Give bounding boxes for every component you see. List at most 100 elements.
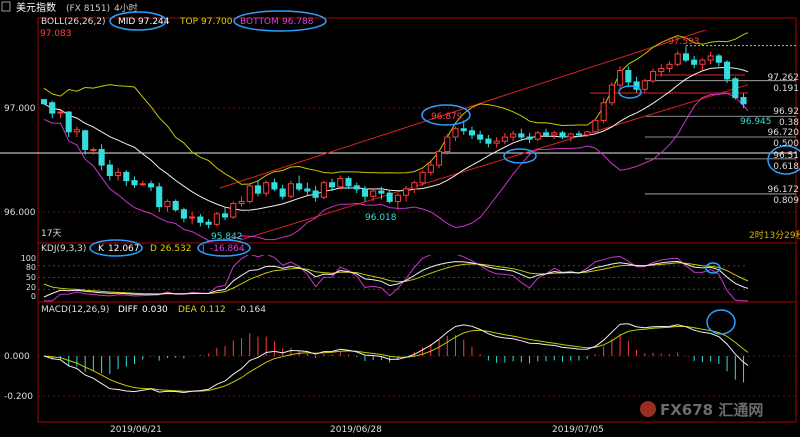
fib-label: 96.720 — [768, 128, 800, 138]
watermark-logo-icon — [640, 401, 656, 417]
candle-body — [378, 190, 385, 194]
candle-body — [649, 71, 657, 82]
candle-body — [370, 190, 377, 197]
annotation-mid-low: 96.018 — [365, 213, 397, 223]
candle-body — [575, 133, 582, 136]
kdj-k-label: K — [98, 244, 105, 254]
candle-body — [674, 53, 681, 65]
candle-body — [205, 221, 212, 225]
candle-body — [73, 129, 80, 133]
candle-body — [65, 111, 72, 133]
bollinger-bands — [43, 32, 748, 242]
macd-lines — [43, 323, 748, 394]
fib-label: 0.500 — [773, 139, 799, 149]
candle-body — [526, 136, 533, 140]
candle-body — [147, 183, 155, 188]
candle-body — [296, 183, 303, 190]
candle-body — [98, 148, 105, 166]
candle-body — [608, 84, 615, 104]
candle-body — [222, 213, 229, 218]
candle-body — [345, 178, 352, 187]
annotation-mid-high: 96.879 — [431, 112, 463, 122]
candle-body — [287, 183, 294, 197]
chart-canvas[interactable]: 美元指数 (FX 8151) 4小时 BOLL(26,26,2) MID 97.… — [0, 0, 800, 437]
watermark: FX678 汇通网 — [640, 401, 763, 419]
kdj-tick: 80 — [26, 263, 36, 272]
fib-label: 0.809 — [773, 196, 799, 206]
candle-body — [444, 136, 451, 153]
candle-body — [337, 178, 344, 188]
candle-body — [90, 148, 97, 151]
macd-axis: 0.000 -0.200 — [4, 352, 33, 402]
macd-diff-label: DIFF — [118, 305, 138, 315]
date-tick: 2019/06/28 — [330, 425, 382, 435]
boll-bottom-line — [43, 92, 748, 242]
fib-labels: 97.262 0.191 96.92 0.38 96.720 0.500 96.… — [768, 73, 800, 206]
candle-body — [518, 133, 525, 138]
candle-body — [699, 59, 706, 65]
macd-dea-line — [43, 325, 748, 392]
candle-body — [312, 190, 319, 198]
annotation-last: 96.945 — [740, 117, 772, 127]
candle-body — [468, 130, 476, 136]
kdj-j-value: -16.864 — [210, 244, 245, 254]
candle-body — [749, 104, 754, 108]
candle-body — [567, 133, 574, 138]
candle-body — [82, 130, 89, 150]
candle-body — [156, 186, 163, 208]
macd-dea-label: DEA — [178, 305, 198, 315]
candle-body — [740, 97, 747, 105]
candle-body — [164, 200, 171, 208]
candle-body — [40, 99, 48, 105]
kdj-label: KDJ(9,3,3) — [41, 244, 86, 254]
macd-label: MACD(12,26,9) — [41, 305, 109, 315]
candle-body — [263, 182, 270, 194]
kdj-d-line — [43, 262, 748, 295]
candle-body — [435, 151, 443, 166]
boll-top-label: TOP — [179, 17, 199, 27]
candle-body — [57, 111, 64, 114]
annotation-right-high: 97.593 — [668, 37, 700, 47]
candle-body — [617, 70, 624, 86]
candle-body — [230, 203, 237, 218]
macd-tick: 0.000 — [4, 352, 30, 362]
kdj-tick: 100 — [21, 254, 36, 263]
candle-body — [715, 55, 722, 63]
candle-body — [510, 133, 517, 138]
macd-diff-value: 0.030 — [142, 305, 168, 315]
candle-body — [213, 213, 220, 225]
boll-top-value: 97.700 — [201, 17, 233, 27]
symbol: (FX 8151) — [66, 4, 110, 14]
candle-body — [254, 185, 262, 194]
candle-body — [403, 188, 410, 196]
candle-body — [534, 132, 541, 140]
candle-body — [386, 192, 393, 202]
candle-body — [666, 63, 673, 69]
candle-body — [197, 216, 204, 223]
boll-mid-label: MID — [118, 17, 135, 27]
candle-body — [279, 188, 286, 197]
candle-body — [180, 209, 187, 219]
candle-body — [625, 70, 632, 83]
candle-body — [732, 78, 739, 99]
kdj-legend: KDJ(9,3,3) K 12.067 D 26.532 J -16.864 — [41, 239, 251, 257]
candle-body — [501, 136, 508, 142]
candle-body — [493, 140, 500, 144]
candle-body — [328, 182, 336, 188]
annotation-left-high: 97.083 — [40, 29, 72, 39]
kdj-d-value: 26.532 — [160, 244, 192, 254]
fib-label: 96.92 — [773, 107, 799, 117]
candle-body — [551, 132, 558, 136]
title: 美元指数 — [16, 1, 56, 14]
candle-body — [757, 108, 762, 114]
macd-tick: -0.200 — [4, 392, 33, 402]
price-tick: 97.000 — [4, 104, 36, 114]
candle-body — [559, 132, 566, 138]
kdj-tick: 0 — [31, 292, 36, 301]
candle-body — [542, 132, 550, 136]
macd-legend: MACD(12,26,9) DIFF 0.030 DEA 0.112 -0.16… — [41, 305, 266, 315]
macd-dea-value: 0.112 — [200, 305, 226, 315]
candle-body — [304, 188, 311, 192]
candle-body — [353, 185, 360, 190]
candle-body — [123, 171, 130, 182]
